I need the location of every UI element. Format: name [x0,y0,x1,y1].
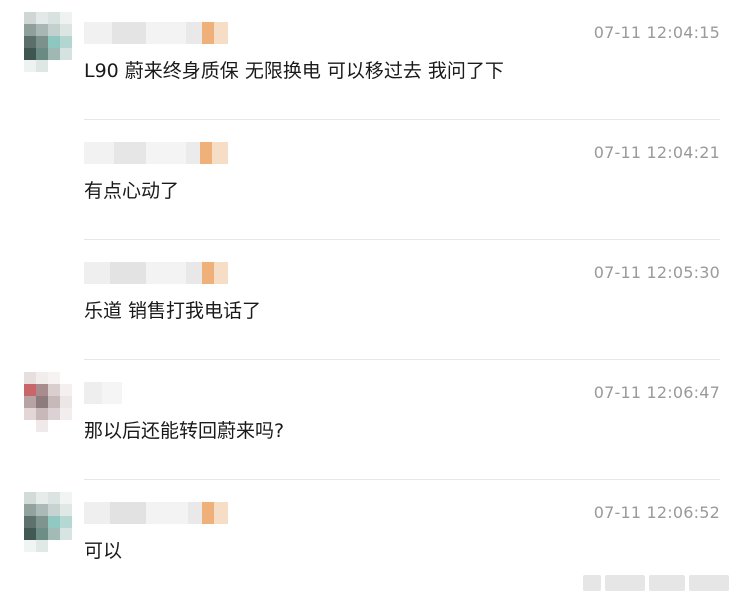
comment-text: L90 蔚来终身质保 无限换电 可以移过去 我问了下 [84,60,504,82]
comment-item: 07-11 12:06:47 那以后还能转回蔚来吗? [0,360,741,480]
avatar[interactable] [24,492,72,552]
username-blurred[interactable] [84,142,234,164]
timestamp: 07-11 12:04:21 [593,143,720,162]
timestamp: 07-11 12:06:47 [593,383,720,402]
username-blurred[interactable] [84,382,234,404]
comment-item: 07-11 12:04:21 有点心动了 [0,120,741,240]
timestamp: 07-11 12:05:30 [593,263,720,282]
comment-text: 那以后还能转回蔚来吗? [84,420,285,442]
username-blurred[interactable] [84,22,234,44]
comment-text: 乐道 销售打我电话了 [84,300,262,322]
username-blurred[interactable] [84,502,234,524]
avatar[interactable] [24,372,72,432]
watermark [583,571,733,595]
avatar[interactable] [24,12,72,72]
comment-text: 有点心动了 [84,180,180,202]
comment-item: 07-11 12:04:15 L90 蔚来终身质保 无限换电 可以移过去 我问了… [0,0,741,120]
timestamp: 07-11 12:06:52 [593,503,720,522]
username-blurred[interactable] [84,262,234,284]
comment-item: 07-11 12:05:30 乐道 销售打我电话了 [0,240,741,360]
timestamp: 07-11 12:04:15 [593,23,720,42]
comment-text: 可以 [84,540,123,562]
